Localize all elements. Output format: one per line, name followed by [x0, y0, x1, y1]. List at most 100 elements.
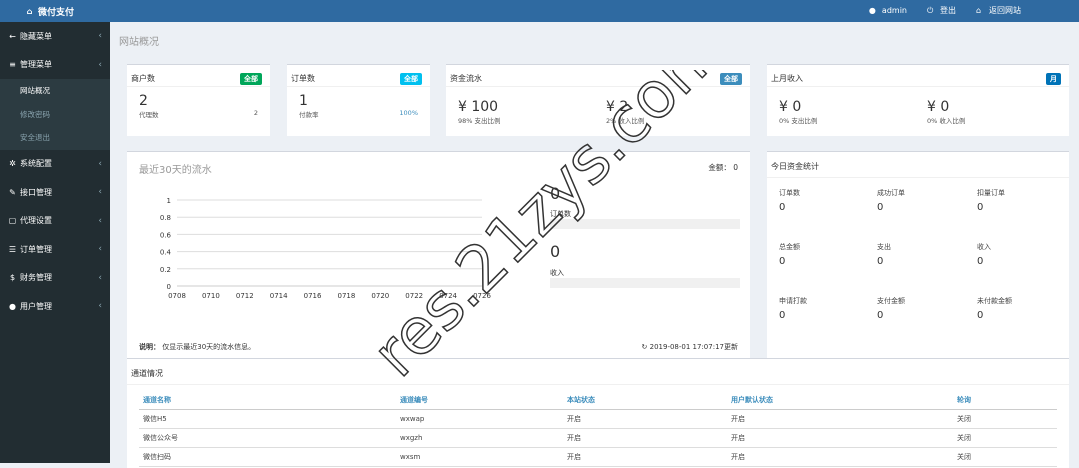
order-progress-bar	[550, 219, 740, 229]
top-nav: ● admin ⏻ 登出 ⌂ 返回网站	[869, 5, 1021, 16]
card-title: 商户数	[131, 74, 155, 83]
expense-amount: ¥ 100	[458, 99, 499, 115]
gear-icon: ✲	[9, 159, 16, 169]
chevron-left-icon: ‹	[98, 272, 102, 283]
chevron-left-icon: ‹	[98, 158, 102, 169]
power-icon: ⏻	[927, 6, 934, 15]
y-tick-label: 0.8	[160, 214, 171, 222]
y-tick-label: 0.6	[160, 231, 172, 239]
all-badge[interactable]: 全部	[240, 73, 262, 85]
sidebar-item-finance-manage[interactable]: $ 财务管理 ‹	[0, 264, 110, 293]
today-stat: 总金额 0	[779, 242, 800, 267]
all-badge[interactable]: 全部	[400, 73, 422, 85]
column-header[interactable]: 本站状态	[563, 391, 727, 410]
card-title: 订单数	[291, 74, 315, 83]
home-icon: ⌂	[26, 7, 33, 16]
user-menu[interactable]: ● admin	[869, 5, 907, 16]
sidebar-subitem-logout[interactable]: 安全退出	[0, 126, 110, 150]
table-header-row: 通道名称 通道编号 本站状态 用户默认状态 轮询	[139, 391, 1057, 410]
stat-label: 成功订单	[877, 189, 905, 197]
all-badge[interactable]: 全部	[720, 73, 742, 85]
channels-header: 通道情况	[127, 359, 1069, 385]
channels-title: 通道情况	[131, 369, 163, 378]
stat-value: 0	[977, 256, 984, 267]
sidebar-item-label: 接口管理	[20, 187, 52, 197]
sidebar-subitem-overview[interactable]: 网站概况	[0, 79, 110, 103]
cash-flow-card: 资金流水 全部 ¥ 100 98% 支出比例 ¥ 2 2% 收入比例	[446, 64, 750, 136]
today-stat: 支出 0	[877, 242, 891, 267]
sidebar-item-manage-menu[interactable]: ≡ 管理菜单 ‹	[0, 51, 110, 80]
income-amount: ¥ 2	[606, 99, 629, 115]
sidebar-item-api-manage[interactable]: ✎ 接口管理 ‹	[0, 178, 110, 207]
card-header: 资金流水 全部	[446, 65, 750, 87]
expense-ratio: 98% 支出比例	[458, 117, 501, 125]
income-amount: ¥ 0	[927, 99, 950, 115]
month-badge[interactable]: 月	[1046, 73, 1061, 85]
agent-count: 2	[253, 109, 258, 117]
stat-label: 收入	[977, 243, 991, 251]
today-stat: 收入 0	[977, 242, 991, 267]
sidebar-submenu: 网站概况 修改密码 安全退出	[0, 79, 110, 150]
back-label: 返回网站	[989, 6, 1021, 15]
cell: 开启	[563, 428, 727, 448]
flow-updated: ↻ 2019-08-01 17:07:17更新	[642, 342, 738, 352]
chevron-down-icon: ‹	[98, 59, 102, 70]
sidebar-item-label: 财务管理	[20, 273, 52, 283]
cell: 微信公众号	[139, 428, 396, 448]
income-ratio: 0% 收入比例	[927, 117, 966, 125]
sidebar-item-label: 用户管理	[20, 301, 52, 311]
stat-value: 0	[877, 202, 884, 213]
card-title: 上月收入	[771, 74, 803, 83]
cell: 开启	[727, 428, 953, 448]
sidebar-item-hide-menu[interactable]: ← 隐藏菜单 ‹	[0, 22, 110, 51]
agent-label: 代理数	[139, 111, 159, 119]
today-stat: 支付金额 0	[877, 296, 905, 321]
cell: 开启	[727, 409, 953, 429]
cell: wxwap	[396, 409, 563, 429]
today-stat: 成功订单 0	[877, 188, 905, 213]
brand[interactable]: ⌂ 微付支付	[25, 5, 74, 18]
x-tick-label: 0722	[405, 292, 423, 300]
stat-value: 0	[977, 202, 984, 213]
x-tick-label: 0710	[202, 292, 220, 300]
sidebar-item-system-config[interactable]: ✲ 系统配置 ‹	[0, 150, 110, 179]
stat-label: 支出	[877, 243, 891, 251]
today-stat: 申请打款 0	[779, 296, 807, 321]
y-tick-label: 1	[167, 197, 171, 205]
sidebar-item-agent-settings[interactable]: ▢ 代理设置 ‹	[0, 207, 110, 236]
sidebar-item-user-manage[interactable]: ● 用户管理 ‹	[0, 292, 110, 321]
column-header[interactable]: 轮询	[953, 391, 1057, 410]
home-icon: ⌂	[976, 6, 982, 15]
sidebar-item-order-manage[interactable]: ☰ 订单管理 ‹	[0, 235, 110, 264]
merchant-card: 商户数 全部 2 代理数 2	[127, 64, 270, 136]
back-to-site-link[interactable]: ⌂ 返回网站	[976, 5, 1021, 16]
column-header[interactable]: 通道名称	[139, 391, 396, 410]
sidebar-subitem-change-password[interactable]: 修改密码	[0, 103, 110, 127]
logout-link[interactable]: ⏻ 登出	[927, 5, 956, 16]
stat-value: 0	[779, 202, 786, 213]
cell: 微信扫码	[139, 447, 396, 467]
updated-text: 2019-08-01 17:07:17更新	[649, 343, 738, 351]
column-header[interactable]: 用户默认状态	[727, 391, 953, 410]
income-progress-bar	[550, 278, 740, 288]
chevron-left-icon: ‹	[98, 244, 102, 255]
cell: 关闭	[953, 447, 1057, 467]
table-row: 微信扫码 wxsm 开启 开启 关闭	[139, 447, 1057, 467]
user-name: admin	[881, 6, 907, 15]
sidebar-item-label: 代理设置	[20, 216, 52, 226]
card-header: 订单数 全部	[287, 65, 430, 87]
stat-label: 扣量订单	[977, 189, 1005, 197]
income-ratio: 2% 收入比例	[606, 117, 645, 125]
channels-table: 通道名称 通道编号 本站状态 用户默认状态 轮询 微信H5 wxwap 开启 开启 关闭…	[139, 391, 1057, 467]
refresh-icon[interactable]: ↻	[642, 343, 648, 351]
today-stat: 未付款金额 0	[977, 296, 1012, 321]
stat-value: 0	[877, 256, 884, 267]
column-header[interactable]: 通道编号	[396, 391, 563, 410]
bars-icon: ≡	[9, 60, 16, 70]
cell: 开启	[727, 447, 953, 467]
sidebar: ← 隐藏菜单 ‹ ≡ 管理菜单 ‹ 网站概况 修改密码 安全退出 ✲ 系统配置 ‹ ✎ 接口管…	[0, 22, 110, 463]
stat-label: 申请打款	[779, 297, 807, 305]
stat-value: 0	[779, 310, 786, 321]
sidebar-item-label: 管理菜单	[20, 60, 52, 70]
chevron-left-icon: ‹	[98, 31, 102, 42]
